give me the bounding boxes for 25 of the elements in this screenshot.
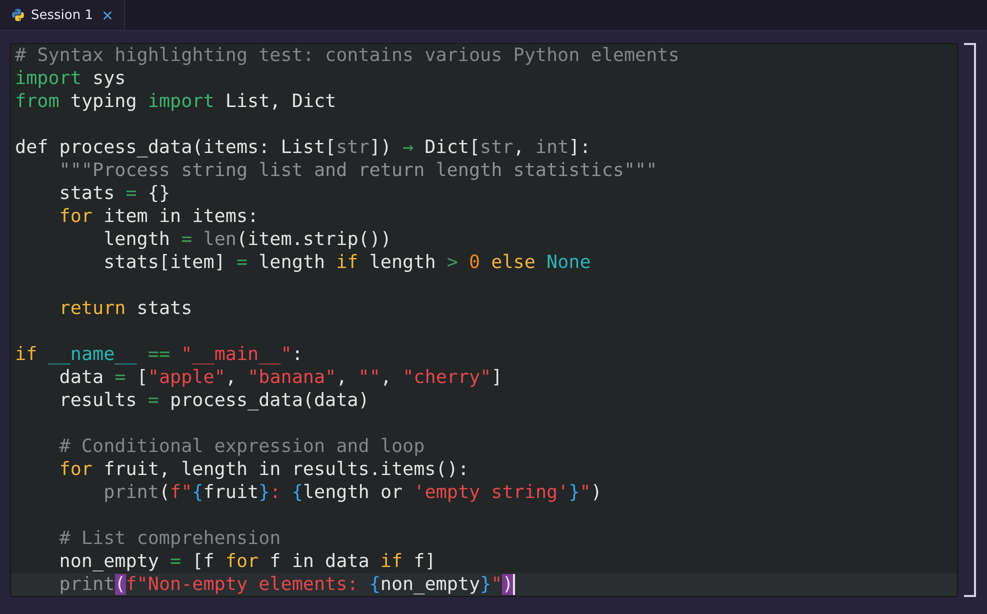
code-line: # List comprehension <box>58 528 281 549</box>
code-line: # Conditional expression and loop <box>58 436 425 457</box>
code-line: return stats <box>58 298 192 319</box>
python-icon <box>11 8 25 22</box>
code-line: import sys <box>15 68 126 89</box>
code-line: data = ["apple", "banana", "", "cherry"] <box>58 367 502 388</box>
code-line: # Syntax highlighting test: contains various Python elements <box>15 45 680 66</box>
code-line: """Process string list and return length statistics""" <box>58 160 658 181</box>
code-line: print(f"{fruit}: {length or 'empty string'}") <box>102 482 602 503</box>
code-editor[interactable] <box>10 43 958 597</box>
code-line: for item in items: <box>58 206 259 227</box>
close-icon[interactable] <box>101 8 114 22</box>
code-line: results = process_data(data) <box>58 390 370 411</box>
code-line: from typing import List, Dict <box>15 91 336 112</box>
code-line: if __name__ == "__main__": <box>15 344 303 365</box>
tab-label: Session 1 <box>31 8 94 22</box>
text-cursor <box>513 574 516 595</box>
code-line: print(f"Non-empty elements: {non_empty}") <box>58 574 514 595</box>
code-line: non_empty = [f for f in data if f] <box>58 551 436 572</box>
code-line: length = len(item.strip()) <box>102 229 392 250</box>
code-line: stats[item] = length if length > 0 else None <box>102 252 591 273</box>
code-line: stats = {} <box>58 183 170 204</box>
session-tab[interactable]: Session 1 <box>0 0 126 30</box>
code-line: def process_data(items: List[str]) → Dict[str, int]: <box>15 137 591 158</box>
code-line: for fruit, length in results.items(): <box>58 459 469 480</box>
